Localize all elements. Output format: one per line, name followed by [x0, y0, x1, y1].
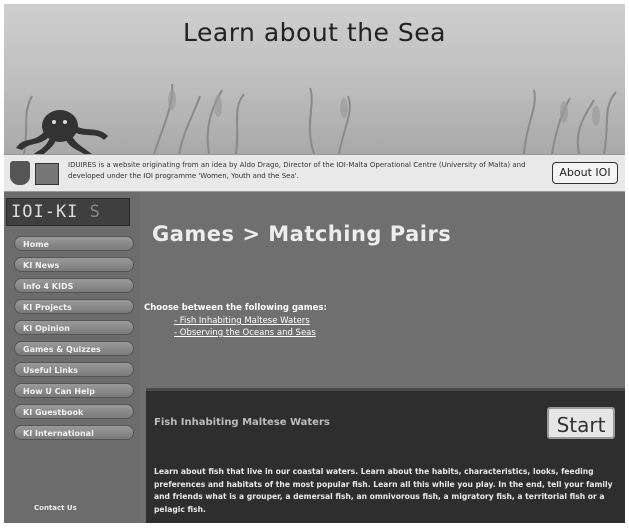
nav-how-u-can-help[interactable]: How U Can Help	[14, 383, 134, 398]
game-link-observing-oceans[interactable]: - Observing the Oceans and Seas	[174, 328, 316, 338]
contact-us-link[interactable]: Contact Us	[34, 504, 77, 512]
site-title: Learn about the Sea	[183, 18, 446, 47]
nav-ki-projects[interactable]: KI Projects	[14, 299, 134, 314]
nav-ki-international[interactable]: KI International	[14, 425, 134, 440]
header-banner: Learn about the Sea	[4, 4, 625, 154]
nav-useful-links[interactable]: Useful Links	[14, 362, 134, 377]
main-content: Games > Matching Pairs Choose between th…	[140, 192, 625, 523]
logo-ghost-letter: S	[89, 202, 101, 222]
nav-home[interactable]: Home	[14, 236, 134, 251]
ioi-ki-logo[interactable]: IOI-KI S	[6, 198, 130, 226]
game-panel: Fish Inhabiting Maltese Waters Start Lea…	[146, 388, 625, 523]
nav-ki-guestbook[interactable]: KI Guestbook	[14, 404, 134, 419]
nav-ki-opinion[interactable]: KI Opinion	[14, 320, 134, 335]
game-description: Learn about fish that live in our coasta…	[154, 467, 613, 514]
nav-info-4-kids[interactable]: Info 4 KIDS	[14, 278, 134, 293]
sidebar: IOI-KI S Home KI News Info 4 KIDS KI Pro…	[4, 192, 140, 523]
logo-text: IOI-KI	[11, 202, 79, 222]
page-frame: Learn about the Sea IDUIRES is a website…	[4, 4, 625, 523]
game-panel-title: Fish Inhabiting Maltese Waters	[154, 417, 330, 428]
site-credits-text: IDUIRES is a website originating from an…	[68, 161, 526, 180]
info-strip: IDUIRES is a website originating from an…	[4, 154, 625, 192]
ioi-logo	[35, 163, 59, 185]
about-ioi-button[interactable]: About IOI	[552, 162, 618, 184]
start-game-button[interactable]: Start	[547, 407, 615, 439]
games-intro-text: Choose between the following games:	[144, 303, 327, 313]
nav-games-quizzes[interactable]: Games & Quizzes	[14, 341, 134, 356]
nav-ki-news[interactable]: KI News	[14, 257, 134, 272]
page-title: Games > Matching Pairs	[152, 222, 452, 246]
sidebar-nav: Home KI News Info 4 KIDS KI Projects KI …	[14, 236, 134, 446]
game-link-fish-maltese-waters[interactable]: - Fish Inhabiting Maltese Waters	[174, 316, 310, 326]
partner-logos	[10, 161, 60, 185]
university-crest-logo	[10, 161, 30, 185]
